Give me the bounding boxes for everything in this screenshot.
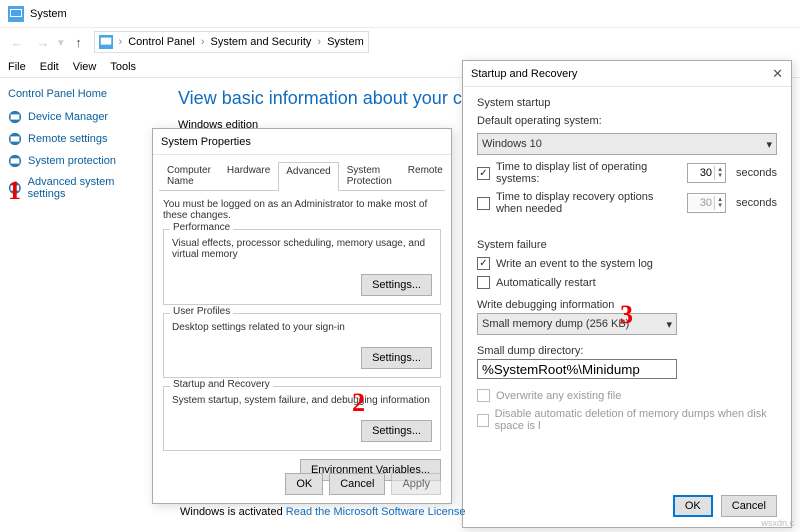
overwrite-label: Overwrite any existing file [496,390,621,402]
startup-recovery-dialog: Startup and Recovery ✕ System startup De… [462,60,792,528]
system-startup-heading: System startup [477,97,777,109]
wdi-select[interactable]: Small memory dump (256 KB) ▾ [477,313,677,335]
admin-note: You must be logged on as an Administrato… [163,199,441,221]
crumb[interactable]: Control Panel [128,36,195,48]
apply-button[interactable]: Apply [391,473,441,495]
dialog-title: Startup and Recovery [471,68,577,80]
time-list-label: Time to display list of operating system… [496,161,681,185]
dump-dir-input[interactable] [477,359,677,379]
overwrite-checkbox [477,389,490,402]
window-titlebar: System [0,0,800,28]
system-icon [8,6,24,22]
time-list-checkbox[interactable]: ✓ [477,167,490,180]
sidebar-item-label: System protection [28,155,116,167]
group-desc: Visual effects, processor scheduling, me… [172,238,432,260]
sidebar-item-device-manager[interactable]: Device Manager [8,110,152,124]
annotation-2: 2 [352,388,365,418]
tabs: Computer Name Hardware Advanced System P… [159,161,445,191]
group-label: User Profiles [170,306,233,317]
address-bar[interactable]: › Control Panel › System and Security › … [94,31,369,53]
activation-text: Windows is activated [180,506,286,518]
time-list-spinner[interactable]: ▲▼ [687,163,726,183]
group-performance: Performance Visual effects, processor sc… [163,229,441,305]
nav-row: ← → ▾ ↑ › Control Panel › System and Sec… [0,28,800,56]
system-failure-heading: System failure [477,239,777,251]
group-desc: System startup, system failure, and debu… [172,395,432,406]
chevron-down-icon: ▾ [666,318,672,331]
default-os-value: Windows 10 [482,138,542,150]
tab-advanced[interactable]: Advanced [278,162,338,191]
addr-system-icon [99,35,113,49]
close-icon[interactable]: ✕ [772,66,783,82]
annotation-3: 3 [620,300,633,330]
time-recov-checkbox[interactable] [477,197,490,210]
sidebar-item-remote-settings[interactable]: Remote settings [8,132,152,146]
cancel-button[interactable]: Cancel [329,473,385,495]
sidebar-item-system-protection[interactable]: System protection [8,154,152,168]
sidebar-title[interactable]: Control Panel Home [8,88,152,100]
ok-button[interactable]: OK [673,495,713,517]
nav-back[interactable]: ← [6,31,28,53]
crumb[interactable]: System and Security [211,36,312,48]
sidebar: Control Panel Home Device Manager Remote… [0,78,160,218]
menu-file[interactable]: File [8,61,26,73]
write-event-label: Write an event to the system log [496,258,653,270]
default-os-label: Default operating system: [477,115,777,127]
time-recov-value [688,196,714,210]
auto-restart-label: Automatically restart [496,277,596,289]
group-label: Startup and Recovery [170,379,273,390]
dump-dir-label: Small dump directory: [477,345,777,357]
wdi-value: Small memory dump (256 KB) [482,318,629,330]
tab-hardware[interactable]: Hardware [219,161,278,190]
group-label: Performance [170,222,233,233]
tab-computer-name[interactable]: Computer Name [159,161,219,190]
license-link[interactable]: Read the Microsoft Software License [286,506,466,518]
profiles-settings-button[interactable]: Settings... [361,347,432,369]
perf-settings-button[interactable]: Settings... [361,274,432,296]
group-user-profiles: User Profiles Desktop settings related t… [163,313,441,378]
menu-view[interactable]: View [73,61,97,73]
watermark: wsxdn.c [761,518,794,528]
dialog-title: System Properties [153,129,451,155]
group-startup-recovery: Startup and Recovery System startup, sys… [163,386,441,451]
crumb[interactable]: System [327,36,364,48]
default-os-select[interactable]: Windows 10 ▾ [477,133,777,155]
disable-auto-del-checkbox [477,414,489,427]
window-title: System [30,8,67,20]
startup-settings-button[interactable]: Settings... [361,420,432,442]
chevron-down-icon: ▾ [766,138,772,151]
disable-auto-del-label: Disable automatic deletion of memory dum… [495,408,777,432]
nav-up[interactable]: ↑ [68,31,90,53]
tab-system-protection[interactable]: System Protection [339,161,400,190]
write-event-checkbox[interactable]: ✓ [477,257,490,270]
menu-edit[interactable]: Edit [40,61,59,73]
time-list-value[interactable] [688,166,714,180]
sidebar-item-label: Advanced system settings [28,176,152,200]
group-desc: Desktop settings related to your sign-in [172,322,432,333]
ok-button[interactable]: OK [285,473,323,495]
menu-tools[interactable]: Tools [110,61,136,73]
seconds-unit: seconds [736,197,777,209]
annotation-1: 1 [8,176,21,206]
sidebar-item-advanced-settings[interactable]: Advanced system settings [8,176,152,200]
cancel-button[interactable]: Cancel [721,495,777,517]
chevron-right-icon[interactable]: › [201,36,205,48]
auto-restart-checkbox[interactable] [477,276,490,289]
system-properties-dialog: System Properties Computer Name Hardware… [152,128,452,504]
chevron-right-icon[interactable]: › [119,36,123,48]
time-recov-spinner: ▲▼ [687,193,726,213]
seconds-unit: seconds [736,167,777,179]
nav-dropdown-icon[interactable]: ▾ [58,36,64,49]
activation-line: Windows is activated Read the Microsoft … [180,506,466,518]
sidebar-item-label: Remote settings [28,133,107,145]
tab-remote[interactable]: Remote [400,161,451,190]
time-recov-label: Time to display recovery options when ne… [496,191,681,215]
sidebar-item-label: Device Manager [28,111,108,123]
chevron-right-icon[interactable]: › [317,36,321,48]
nav-forward[interactable]: → [32,31,54,53]
